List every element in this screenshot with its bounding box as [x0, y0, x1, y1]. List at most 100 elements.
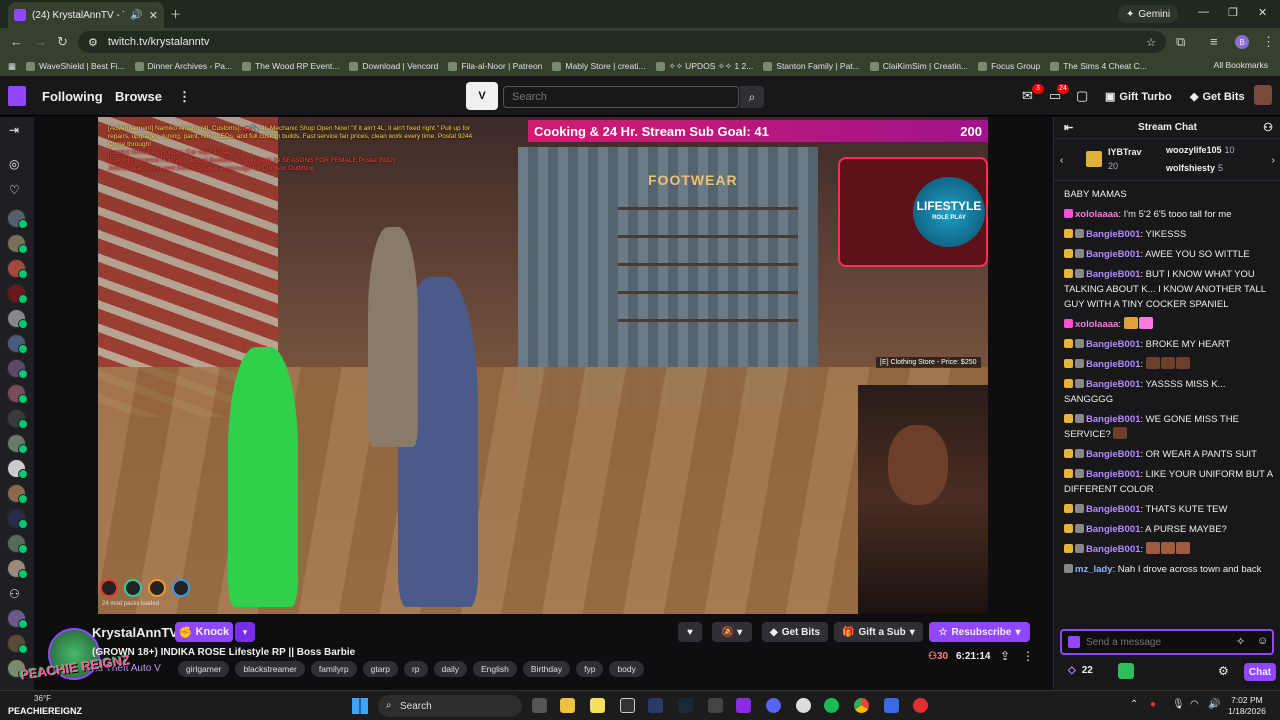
app-icon[interactable]	[708, 698, 723, 713]
forward-icon[interactable]: →	[34, 34, 47, 49]
reload-icon[interactable]: ↻	[57, 34, 68, 50]
followed-channel-avatar[interactable]	[7, 534, 28, 554]
chat-username[interactable]: BangieB001	[1086, 379, 1140, 390]
tag-chip[interactable]: Birthday	[522, 661, 571, 677]
chevron-right-icon[interactable]: ›	[1272, 155, 1275, 166]
wifi-icon[interactable]: ◠	[1190, 699, 1199, 710]
tag-chip[interactable]: blackstreamer	[235, 661, 305, 677]
tag-chip[interactable]: daily	[433, 661, 468, 677]
followed-channel-avatar[interactable]	[7, 334, 28, 354]
chat-username[interactable]: xololaaaa	[1075, 209, 1118, 220]
taskbar-search[interactable]: Search	[378, 695, 522, 717]
bookmark-star-icon[interactable]: ☆	[1146, 36, 1156, 49]
bookmark-item[interactable]: Stanton Family | Pat...	[763, 61, 860, 71]
search-icon[interactable]: ⌕	[740, 86, 764, 108]
tag-chip[interactable]: fyp	[576, 661, 604, 677]
followed-channel-avatar[interactable]	[7, 609, 28, 629]
speaker-icon[interactable]: 🔊	[130, 10, 142, 21]
leaderboard-entry[interactable]: wolfshiesty 5	[1166, 163, 1223, 173]
chat-username[interactable]: BangieB001	[1086, 524, 1140, 535]
file-explorer-icon[interactable]	[560, 698, 575, 713]
bookmark-item[interactable]: ClaiKimSim | Creatin...	[869, 61, 968, 71]
app-icon[interactable]	[620, 698, 635, 713]
knock-dropdown-icon[interactable]: ▾	[235, 622, 255, 642]
gift-a-sub-button[interactable]: 🎁 Gift a Sub ▾	[834, 622, 923, 642]
steam-icon[interactable]	[678, 698, 693, 713]
tray-chevron-icon[interactable]: ⌃	[1130, 699, 1138, 710]
tray-app-icon[interactable]: ●	[1150, 699, 1156, 710]
tag-chip[interactable]: girlgamer	[178, 661, 230, 677]
bookmark-item[interactable]: The Sims 4 Cheat C...	[1050, 61, 1147, 71]
gift-turbo-button[interactable]: ▣ Gift Turbo	[1105, 90, 1172, 104]
nav-more-icon[interactable]: ⋮	[178, 89, 191, 105]
chat-identity-icon[interactable]	[1068, 636, 1080, 648]
chat-popout-icon[interactable]: ▢	[1076, 88, 1088, 104]
followed-heart-icon[interactable]: ♡	[9, 183, 20, 197]
bookmark-item[interactable]: Download | Vencord	[349, 61, 438, 71]
app-icon[interactable]	[736, 698, 751, 713]
weather-widget[interactable]: 36°F	[34, 694, 51, 703]
task-view-icon[interactable]	[532, 698, 547, 713]
windows-start-icon[interactable]	[352, 698, 368, 714]
tag-chip[interactable]: familyrp	[310, 661, 357, 677]
extensions-icon[interactable]: ⧉	[1176, 34, 1185, 50]
followed-channel-avatar[interactable]	[7, 434, 28, 454]
chat-username[interactable]: BangieB001	[1086, 249, 1140, 260]
chat-username[interactable]: BangieB001	[1086, 414, 1140, 425]
followed-channel-avatar[interactable]	[7, 509, 28, 529]
bookmark-item[interactable]: Mably Store | creati...	[552, 61, 646, 71]
chat-username[interactable]: BangieB001	[1086, 339, 1140, 350]
chat-username[interactable]: BangieB001	[1086, 359, 1140, 370]
followed-channel-avatar[interactable]	[7, 209, 28, 229]
microphone-icon[interactable]: 🎙	[1172, 699, 1185, 710]
bookmark-item[interactable]: WaveShield | Best Fi...	[26, 61, 125, 71]
close-tab-icon[interactable]: ✕	[149, 9, 158, 22]
twitch-logo-icon[interactable]	[8, 86, 26, 106]
channel-rewards-icon[interactable]	[1118, 663, 1134, 679]
notifications-toggle-button[interactable]: 🔕 ▾	[712, 622, 752, 642]
emote-picker-icon[interactable]: ☺	[1257, 635, 1268, 647]
send-chat-button[interactable]: Chat	[1244, 663, 1276, 681]
twitch-search-input[interactable]	[503, 86, 739, 108]
chat-username[interactable]: mz_lady	[1075, 564, 1113, 575]
spotify-icon[interactable]	[824, 698, 839, 713]
app-icon[interactable]	[913, 698, 928, 713]
url-bar[interactable]: ⚙ twitch.tv/krystalanntv ☆	[78, 31, 1166, 53]
followed-channel-avatar[interactable]	[7, 409, 28, 429]
discord-icon[interactable]	[766, 698, 781, 713]
bookmark-item[interactable]: Focus Group	[978, 61, 1040, 71]
chevron-left-icon[interactable]: ‹	[1060, 155, 1063, 166]
followed-channel-avatar[interactable]	[7, 359, 28, 379]
followed-channel-avatar[interactable]	[7, 559, 28, 579]
resubscribe-button[interactable]: ☆ Resubscribe ▾	[929, 622, 1030, 642]
system-clock[interactable]: 7:02 PM 1/18/2026	[1228, 695, 1266, 717]
media-icon[interactable]: ≡	[1210, 34, 1218, 49]
chat-username[interactable]: BangieB001	[1086, 469, 1140, 480]
maximize-button[interactable]: ❐	[1228, 6, 1238, 19]
app-icon[interactable]	[884, 698, 899, 713]
minimize-button[interactable]: —	[1198, 6, 1209, 18]
bookmark-item[interactable]: Fila-al-Noor | Patreon	[448, 61, 542, 71]
back-icon[interactable]: ←	[10, 34, 23, 49]
followed-channel-avatar[interactable]	[7, 284, 28, 304]
vencord-icon[interactable]: V	[466, 82, 498, 110]
chat-username[interactable]: BangieB001	[1086, 449, 1140, 460]
bookmark-item[interactable]: Dinner Archives - Pa...	[134, 61, 232, 71]
chat-username[interactable]: BangieB001	[1086, 229, 1140, 240]
app-icon[interactable]	[648, 698, 663, 713]
sticky-notes-icon[interactable]	[590, 698, 605, 713]
get-bits-top-button[interactable]: ◆ Get Bits	[1190, 90, 1245, 104]
apps-grid-icon[interactable]: ▦	[8, 61, 16, 72]
bookmark-item[interactable]: The Wood RP Event...	[242, 61, 339, 71]
stream-video[interactable]: [Advertisement] Namiko Amano (4L Customs…	[98, 117, 988, 614]
gemini-button[interactable]: ✦ Gemini	[1118, 5, 1179, 23]
channel-name[interactable]: KrystalAnnTV	[92, 625, 178, 640]
follow-heart-button[interactable]: ♥	[678, 622, 702, 642]
bookmark-item[interactable]: ✧✧ UPDOS ✧✧ 1 2...	[655, 61, 753, 72]
followed-channel-avatar[interactable]	[7, 259, 28, 279]
share-icon[interactable]: ⇪	[1000, 649, 1010, 663]
leaderboard-entry[interactable]: IYBTrav	[1108, 147, 1142, 157]
menu-icon[interactable]: ⋮	[1262, 34, 1275, 50]
chrome-icon[interactable]	[854, 698, 869, 713]
tag-chip[interactable]: rp	[403, 661, 428, 677]
